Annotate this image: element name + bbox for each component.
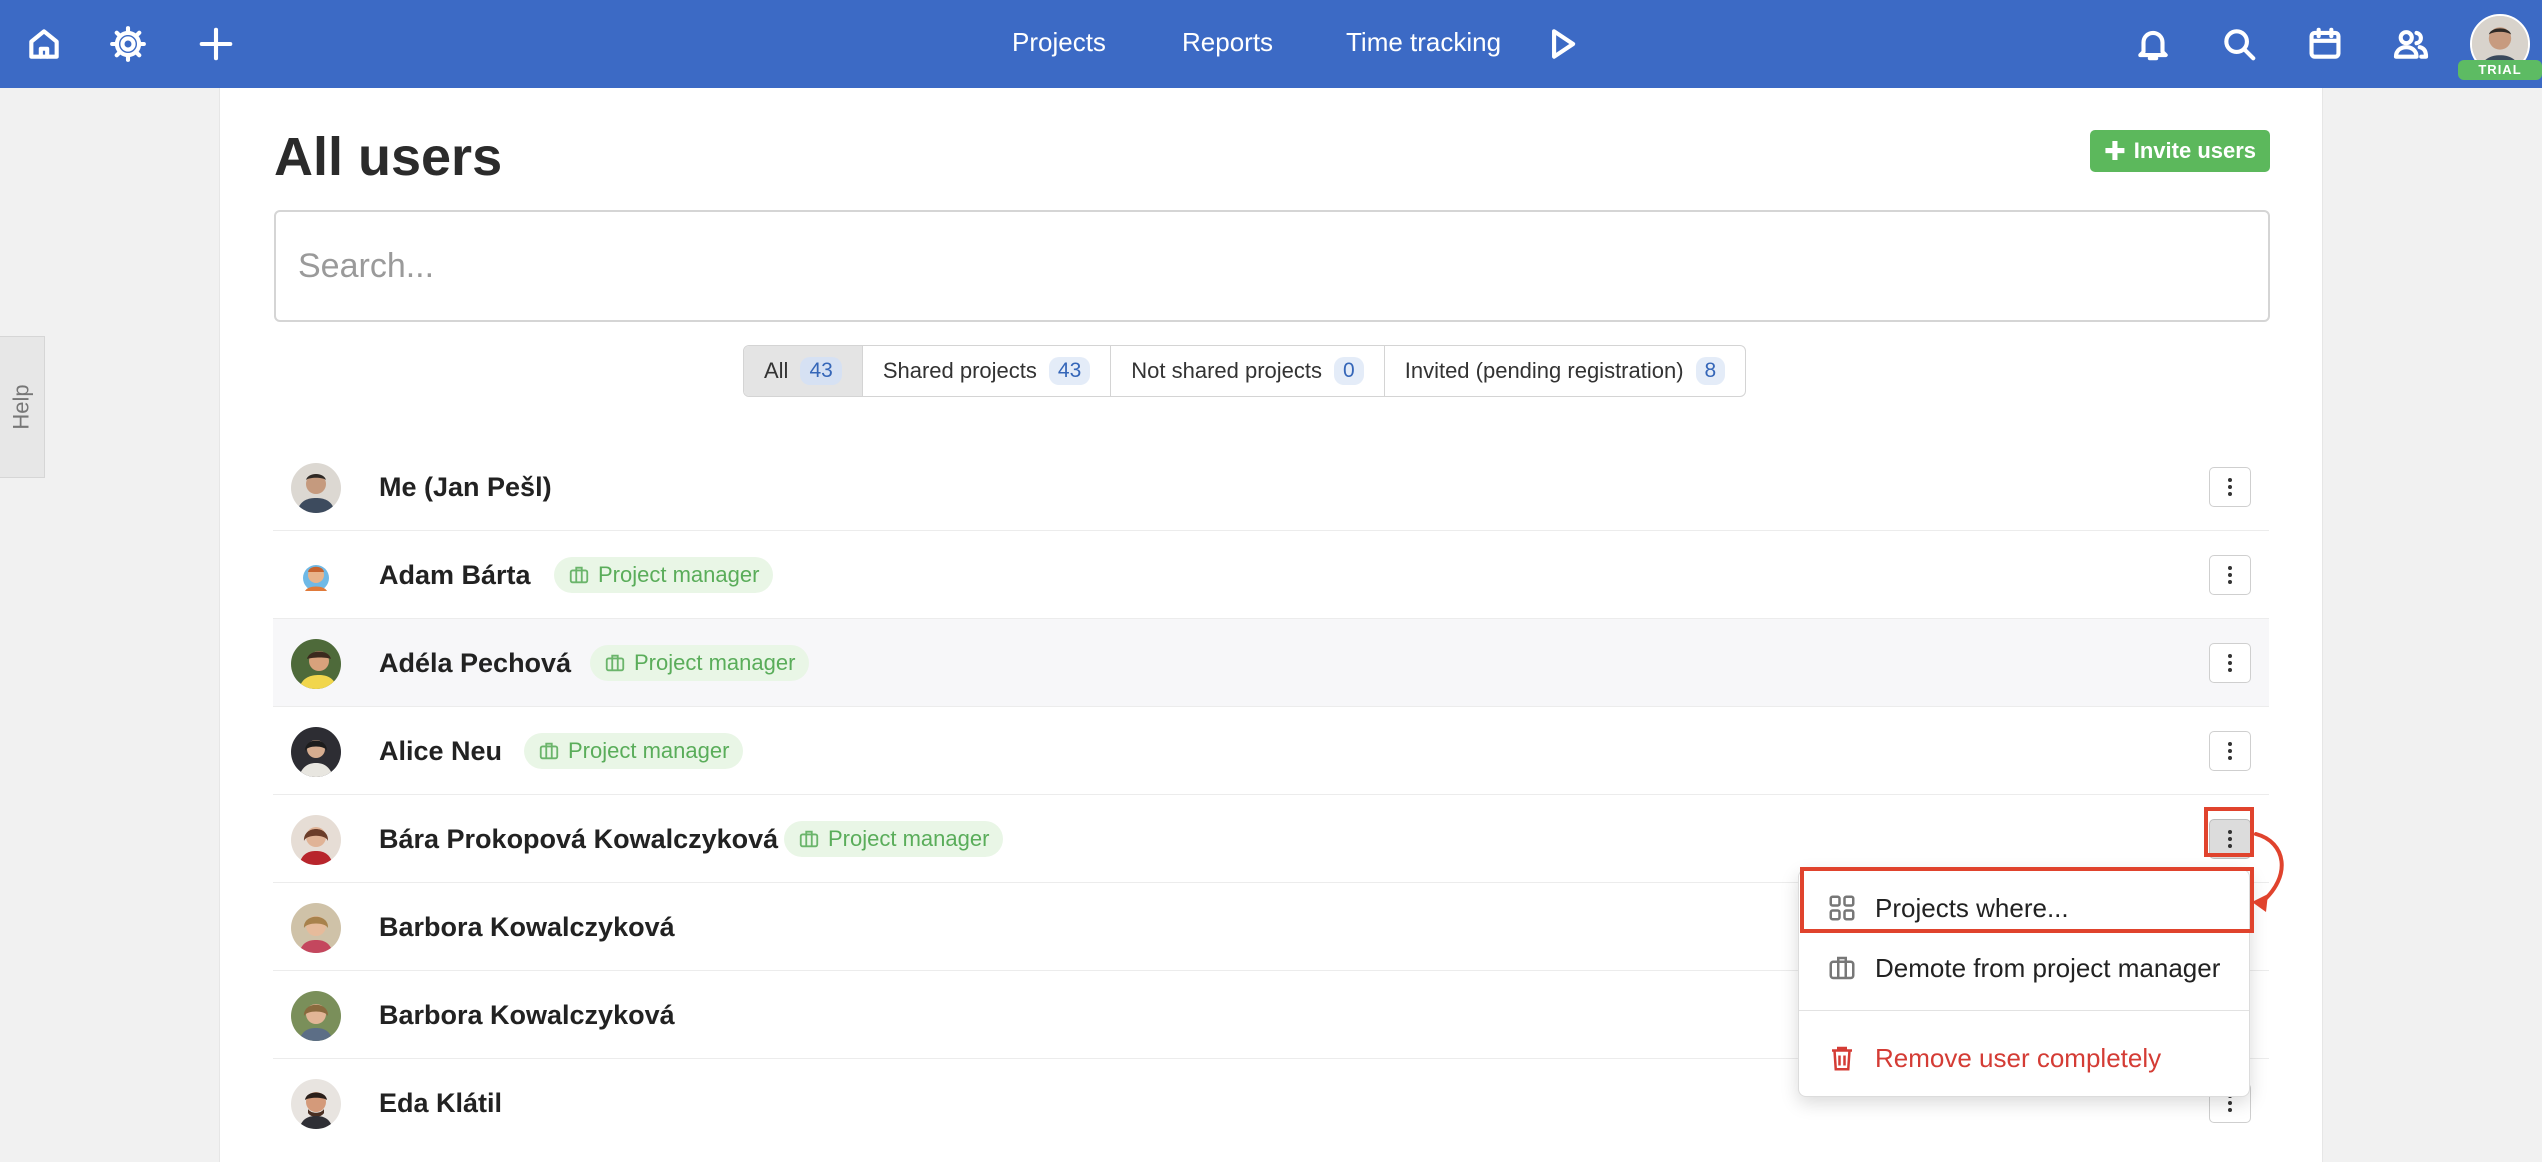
user-name[interactable]: Barbora Kowalczyková (379, 1000, 675, 1031)
nav-projects[interactable]: Projects (1012, 27, 1106, 58)
more-options-button[interactable] (2209, 643, 2251, 683)
role-badge: Project manager (784, 821, 1004, 857)
filter-not-shared-projects[interactable]: Not shared projects 0 (1111, 346, 1385, 396)
play-icon[interactable] (1538, 20, 1586, 68)
menu-divider (1799, 1010, 2249, 1011)
user-row: Adam Bárta Project manager (273, 531, 2269, 619)
avatar (291, 1079, 341, 1129)
help-label: Help (9, 384, 34, 430)
filter-count: 8 (1695, 357, 1726, 385)
avatar (291, 903, 341, 953)
trial-badge: TRIAL (2458, 60, 2542, 80)
filter-count: 0 (1334, 357, 1364, 385)
role-label: Project manager (828, 826, 990, 851)
invite-users-button[interactable]: ✚ Invite users (2090, 130, 2270, 172)
user-name[interactable]: Bára Prokopová Kowalczyková (379, 824, 778, 855)
nav-time-tracking[interactable]: Time tracking (1346, 27, 1501, 58)
briefcase-icon (605, 654, 625, 672)
avatar (291, 815, 341, 865)
role-label: Project manager (634, 650, 796, 675)
bell-icon[interactable] (2129, 20, 2177, 68)
menu-item-label: Remove user completely (1875, 1042, 2162, 1073)
role-badge: Project manager (554, 557, 774, 593)
avatar (291, 639, 341, 689)
filter-count: 43 (1048, 357, 1091, 385)
filter-all[interactable]: All 43 (744, 346, 863, 396)
search-icon[interactable] (2215, 20, 2263, 68)
more-vertical-icon (2228, 654, 2232, 672)
user-name[interactable]: Adéla Pechová (379, 648, 571, 679)
user-row: Me (Jan Pešl) (273, 443, 2269, 531)
filter-label: Shared projects (882, 358, 1037, 383)
gear-icon[interactable] (104, 20, 152, 68)
user-filter-tabs: All 43 Shared projects 43 Not shared pro… (743, 345, 1747, 397)
role-label: Project manager (598, 562, 760, 587)
users-icon[interactable] (2387, 20, 2435, 68)
home-icon[interactable] (20, 20, 68, 68)
more-vertical-icon (2228, 566, 2232, 584)
user-name[interactable]: Eda Klátil (379, 1088, 502, 1119)
menu-item-demote[interactable]: Demote from project manager (1799, 938, 2249, 998)
briefcase-icon (799, 830, 819, 848)
more-vertical-icon (2228, 742, 2232, 760)
role-badge: Project manager (590, 645, 810, 681)
user-name[interactable]: Alice Neu (379, 736, 502, 767)
invite-users-label: Invite users (2133, 138, 2257, 163)
menu-item-remove-user[interactable]: Remove user completely (1799, 1028, 2249, 1088)
calendar-icon[interactable] (2301, 20, 2349, 68)
filter-shared-projects[interactable]: Shared projects 43 (863, 346, 1112, 396)
briefcase-icon (569, 566, 589, 584)
help-tab[interactable]: Help (0, 336, 45, 478)
avatar (291, 463, 341, 513)
role-badge: Project manager (524, 733, 744, 769)
role-label: Project manager (568, 738, 730, 763)
search-input[interactable] (274, 210, 2270, 322)
user-name[interactable]: Adam Bárta (379, 560, 531, 591)
avatar (291, 991, 341, 1041)
filter-invited[interactable]: Invited (pending registration) 8 (1385, 346, 1746, 396)
menu-item-label: Demote from project manager (1875, 952, 2221, 983)
page-title: All users (274, 127, 503, 187)
avatar (291, 727, 341, 777)
more-vertical-icon (2228, 478, 2232, 496)
filter-label: Invited (pending registration) (1404, 358, 1684, 383)
user-row: Adéla Pechová Project manager (273, 619, 2269, 707)
annotation-highlight-menu-item (1800, 867, 2254, 933)
filter-label: Not shared projects (1131, 358, 1323, 383)
plus-icon: ✚ (2103, 136, 2126, 166)
avatar (291, 551, 341, 601)
filter-count: 43 (800, 357, 842, 385)
user-row: Alice Neu Project manager (273, 707, 2269, 795)
nav-reports[interactable]: Reports (1182, 27, 1273, 58)
filter-label: All (764, 358, 789, 383)
top-navigation-bar: Projects Reports Time tracking TRIAL (0, 0, 2542, 88)
more-options-button[interactable] (2209, 467, 2251, 507)
trash-icon (1832, 1046, 1852, 1071)
user-name[interactable]: Me (Jan Pešl) (379, 472, 552, 503)
annotation-arrow-icon (2252, 832, 2284, 912)
user-name[interactable]: Barbora Kowalczyková (379, 912, 675, 943)
briefcase-icon (1829, 956, 1855, 980)
more-options-button[interactable] (2209, 555, 2251, 595)
briefcase-icon (539, 742, 559, 760)
plus-icon[interactable] (192, 20, 240, 68)
more-options-button[interactable] (2209, 731, 2251, 771)
